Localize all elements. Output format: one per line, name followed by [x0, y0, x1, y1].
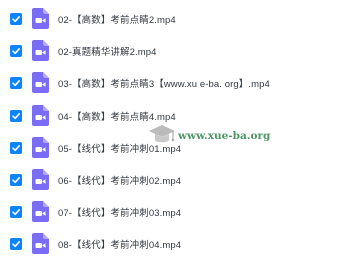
file-name: 04-【高数】考前点睛4.mp4	[58, 111, 176, 123]
file-row[interactable]: 02-【高数】考前点睛2.mp4	[0, 2, 340, 35]
file-row[interactable]: 02-真题精华讲解2.mp4	[0, 34, 340, 67]
video-file-icon	[32, 105, 49, 126]
file-list: 02-【高数】考前点睛2.mp4 02-真题精华讲解2.mp4 03-【高数】考…	[0, 0, 340, 254]
checkmark-icon	[12, 240, 20, 247]
checkmark-icon	[12, 79, 20, 86]
file-name: 06-【线代】考前冲刺02.mp4	[58, 175, 182, 187]
checkmark-icon	[12, 176, 20, 183]
file-row[interactable]: 04-【高数】考前点睛4.mp4	[0, 99, 340, 132]
file-row[interactable]: 07-【线代】考前冲刺03.mp4	[0, 195, 340, 228]
file-row[interactable]: 08-【线代】考前冲刺04.mp4	[0, 227, 340, 260]
checkmark-icon	[12, 112, 20, 119]
checkmark-icon	[12, 15, 20, 22]
checkbox-checked[interactable]	[10, 44, 22, 57]
file-name: 02-【高数】考前点睛2.mp4	[58, 14, 176, 26]
video-file-icon	[32, 8, 49, 29]
file-name: 02-真题精华讲解2.mp4	[58, 46, 157, 58]
file-row[interactable]: 05-【线代】考前冲刺01.mp4	[0, 131, 340, 164]
video-file-icon	[32, 72, 49, 93]
video-file-icon	[32, 137, 49, 158]
video-file-icon	[32, 233, 49, 254]
file-name: 05-【线代】考前冲刺01.mp4	[58, 143, 182, 155]
checkbox-checked[interactable]	[10, 173, 22, 186]
file-row[interactable]: 06-【线代】考前冲刺02.mp4	[0, 163, 340, 196]
file-name: 08-【线代】考前冲刺04.mp4	[58, 239, 182, 251]
checkbox-checked[interactable]	[10, 141, 22, 154]
file-name: 07-【线代】考前冲刺03.mp4	[58, 207, 182, 219]
video-file-icon	[32, 40, 49, 61]
checkmark-icon	[12, 47, 20, 54]
video-file-icon	[32, 169, 49, 190]
file-row[interactable]: 03-【高数】考前点睛3【www.xu e-ba. org】.mp4	[0, 66, 340, 99]
video-file-icon	[32, 201, 49, 222]
file-name: 03-【高数】考前点睛3【www.xu e-ba. org】.mp4	[58, 78, 270, 90]
checkbox-checked[interactable]	[10, 237, 22, 250]
checkmark-icon	[12, 144, 20, 151]
checkbox-checked[interactable]	[10, 205, 22, 218]
checkmark-icon	[12, 208, 20, 215]
checkbox-checked[interactable]	[10, 109, 22, 122]
checkbox-checked[interactable]	[10, 12, 22, 25]
checkbox-checked[interactable]	[10, 76, 22, 89]
